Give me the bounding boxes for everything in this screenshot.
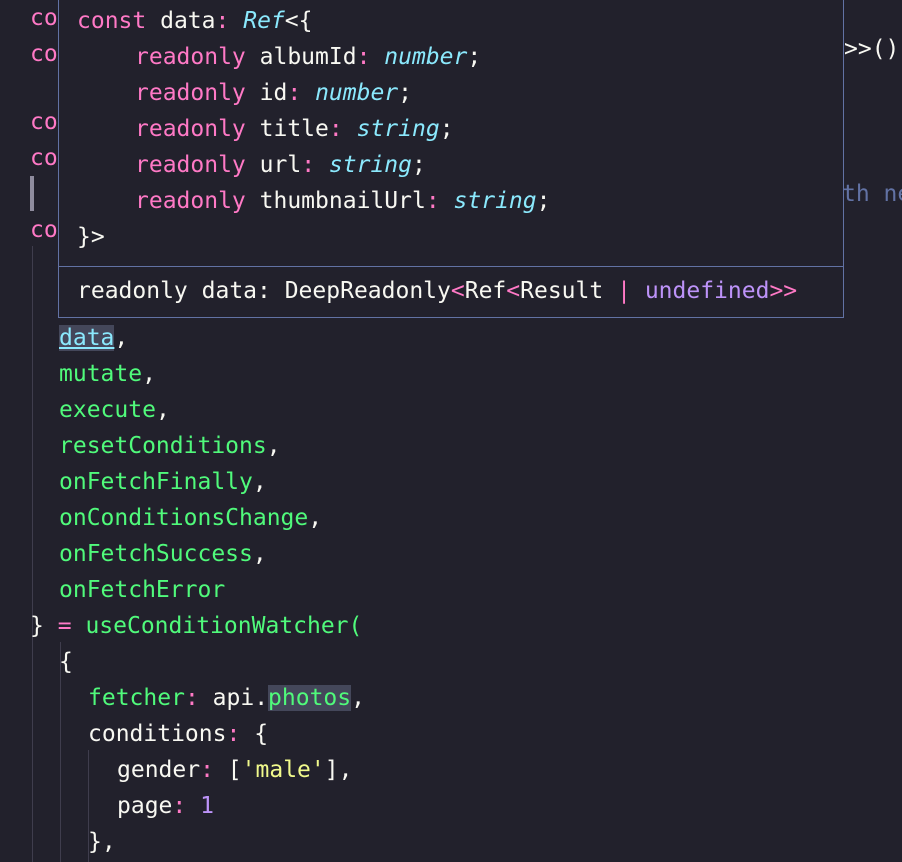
code-line: onFetchFinally, xyxy=(59,469,267,495)
hover-field: readonly url: string; xyxy=(135,152,426,178)
hover-field: readonly albumId: number; xyxy=(135,44,482,70)
identifier[interactable]: resetConditions xyxy=(59,433,267,459)
hover-signature: readonly data: DeepReadonly<Ref<Result |… xyxy=(77,278,798,304)
code-line: onFetchSuccess, xyxy=(59,541,267,567)
code-line: resetConditions, xyxy=(59,433,281,459)
code-line-partial: co xyxy=(30,109,58,135)
identifier-photos[interactable]: photos xyxy=(268,685,352,711)
identifier[interactable]: mutate xyxy=(59,361,142,387)
code-line-partial-right: >>() xyxy=(844,36,900,62)
identifier[interactable]: onFetchFinally xyxy=(59,469,253,495)
identifier[interactable]: onFetchError xyxy=(59,577,225,603)
ghost-text: th ne xyxy=(842,181,902,207)
code-line: } = useConditionWatcher( xyxy=(30,613,363,639)
hover-field: readonly title: string; xyxy=(135,116,454,142)
hover-line: const data: Ref<{ xyxy=(77,8,313,34)
code-line-partial: co xyxy=(30,145,58,171)
identifier[interactable]: execute xyxy=(59,397,156,423)
code-line: conditions: { xyxy=(88,721,269,747)
code-line: data, xyxy=(59,325,129,351)
code-line: onConditionsChange, xyxy=(59,505,323,531)
identifier[interactable]: onFetchSuccess xyxy=(59,541,253,567)
hover-line: }> xyxy=(77,224,105,250)
hover-field: readonly thumbnailUrl: string; xyxy=(135,188,551,214)
code-line: page: 1 xyxy=(117,793,214,819)
code-line: gender: ['male'], xyxy=(117,757,353,783)
hover-divider xyxy=(59,266,843,267)
code-line: }, xyxy=(88,829,116,855)
code-line: onFetchError xyxy=(59,572,225,608)
code-line: mutate, xyxy=(59,361,156,387)
code-line-partial: co xyxy=(30,41,58,67)
code-line: execute, xyxy=(59,397,170,423)
text-cursor xyxy=(30,176,34,211)
function-call[interactable]: useConditionWatcher( xyxy=(85,613,362,639)
hover-field: readonly id: number; xyxy=(135,80,413,106)
indent-guide xyxy=(32,246,33,862)
identifier[interactable]: onConditionsChange xyxy=(59,505,308,531)
code-line-partial: co xyxy=(30,217,58,243)
code-line: fetcher: api.photos, xyxy=(88,685,365,711)
hover-tooltip: const data: Ref<{ readonly albumId: numb… xyxy=(58,0,844,318)
code-line: { xyxy=(59,649,73,675)
code-line-partial: co xyxy=(30,5,58,31)
identifier-data[interactable]: data xyxy=(59,325,115,351)
